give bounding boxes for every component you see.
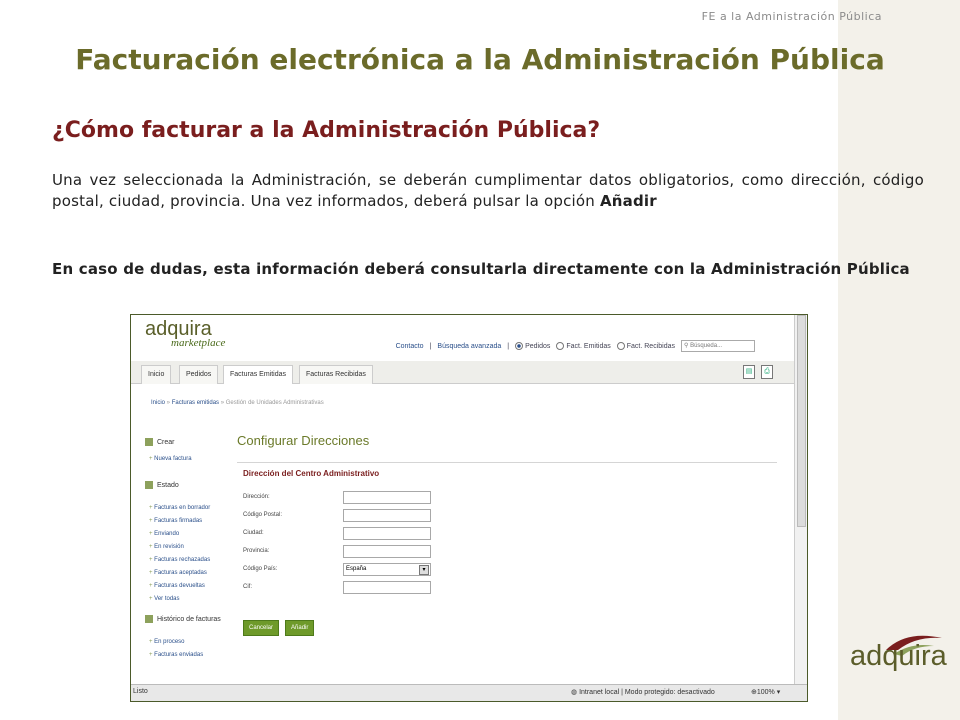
paragraph-1-text: Una vez seleccionada la Administración, … — [52, 171, 924, 210]
print-icon[interactable]: ⎙ — [761, 365, 773, 379]
radio-pedidos[interactable]: Pedidos — [515, 342, 550, 350]
codigo-postal-input[interactable] — [343, 508, 431, 522]
slide-subtitle: ¿Cómo facturar a la Administración Públi… — [52, 118, 601, 143]
radio-label: Pedidos — [525, 342, 551, 350]
browser-statusbar: Listo ◍ Intranet local | Modo protegido:… — [131, 684, 807, 701]
sidebar-group-crear[interactable]: Crear — [145, 437, 225, 449]
field-label: Código País: — [243, 566, 278, 572]
scrollbar-thumb[interactable] — [797, 315, 806, 527]
tab-facturas-emitidas[interactable]: Facturas Emitidas — [223, 365, 294, 384]
form-row: Código Postal: — [243, 506, 777, 524]
separator: | — [507, 342, 510, 350]
export-icon[interactable]: ▤ — [743, 365, 755, 379]
breadcrumb-inicio[interactable]: Inicio — [151, 400, 165, 406]
top-links: Contacto | Búsqueda avanzada | Pedidos F… — [396, 340, 755, 352]
slide-title: Facturación electrónica a la Administrac… — [75, 43, 885, 76]
form-row: Ciudad: — [243, 524, 777, 542]
sidebar-item[interactable]: Ver todas — [145, 593, 225, 606]
sidebar-group-label: Crear — [157, 439, 175, 446]
sidebar-item[interactable]: Facturas devueltas — [145, 580, 225, 593]
tab-pedidos[interactable]: Pedidos — [179, 365, 219, 384]
sidebar-group-estado[interactable]: Estado — [145, 480, 225, 492]
sidebar-item[interactable]: Facturas rechazadas — [145, 554, 225, 567]
tab-inicio[interactable]: Inicio — [141, 365, 172, 384]
radio-fact-emitidas[interactable]: Fact. Emitidas — [556, 342, 611, 350]
address-form: Dirección del Centro Administrativo Dire… — [237, 462, 777, 636]
app-topbar: adquira marketplace Contacto | Búsqueda … — [131, 315, 795, 352]
sidebar-item[interactable]: Facturas aceptadas — [145, 567, 225, 580]
radio-icon[interactable] — [616, 342, 625, 350]
form-buttons: Cancelar Añadir — [243, 620, 777, 636]
ciudad-input[interactable] — [343, 526, 431, 540]
sidebar-item[interactable]: Facturas enviadas — [145, 649, 225, 662]
sidebar-item[interactable]: Facturas firmadas — [145, 515, 225, 528]
radio-label: Fact. Emitidas — [566, 342, 611, 350]
tab-tools: ▤ ⎙ — [743, 365, 773, 379]
breadcrumb-emitidas[interactable]: Facturas emitidas — [172, 400, 219, 406]
sidebar-item[interactable]: Enviando — [145, 528, 225, 541]
search-icon: ⚲ — [684, 343, 689, 349]
form-row: Provincia: — [243, 542, 777, 560]
sidebar-item[interactable]: En revisión — [145, 541, 225, 554]
field-label: Provincia: — [243, 548, 270, 554]
pais-select-value: España — [346, 565, 367, 572]
sidebar-group-historico[interactable]: Histórico de facturas — [145, 614, 225, 626]
sidebar-group-label: Estado — [157, 482, 179, 489]
content-title: Configurar Direcciones — [237, 433, 370, 448]
contact-link[interactable]: Contacto — [396, 343, 424, 350]
expand-icon — [145, 438, 153, 447]
status-zone: ◍ Intranet local | Modo protegido: desac… — [571, 688, 715, 696]
field-label: Ciudad: — [243, 530, 264, 536]
zoom-value: 100% — [756, 689, 775, 696]
radio-icon[interactable] — [515, 342, 524, 350]
radio-label: Fact. Recibidas — [626, 342, 675, 350]
sidebar-item-nueva-factura[interactable]: Nueva factura — [145, 453, 225, 466]
form-section-title: Dirección del Centro Administrativo — [243, 469, 380, 478]
sidebar-group-label: Histórico de facturas — [157, 616, 221, 623]
app-logo-sub: marketplace — [171, 337, 226, 349]
decorative-side-band — [838, 0, 960, 720]
expand-icon — [145, 615, 153, 624]
status-text: Listo — [133, 688, 148, 695]
sidebar-item[interactable]: En proceso — [145, 636, 225, 649]
radio-icon[interactable] — [556, 342, 565, 350]
cancel-button[interactable]: Cancelar — [243, 620, 280, 636]
separator: | — [429, 342, 432, 350]
slide-header: FE a la Administración Pública — [701, 10, 882, 23]
pais-select[interactable]: España ▾ — [343, 562, 431, 576]
status-zone-label: Intranet local | Modo protegido: desacti… — [579, 689, 715, 696]
provincia-input[interactable] — [343, 544, 431, 558]
field-label: Código Postal: — [243, 512, 283, 518]
chevron-down-icon[interactable]: ▾ — [419, 564, 429, 575]
expand-icon — [145, 481, 153, 490]
app-content: Configurar Direcciones Dirección del Cen… — [237, 433, 777, 636]
radio-fact-recibidas[interactable]: Fact. Recibidas — [616, 342, 675, 350]
field-label: Cif: — [243, 584, 252, 590]
tab-facturas-recibidas[interactable]: Facturas Recibidas — [299, 365, 373, 384]
tab-bar: Inicio Pedidos Facturas Emitidas Factura… — [131, 361, 795, 384]
paragraph-2: En caso de dudas, esta información deber… — [52, 260, 910, 278]
search-placeholder: Búsqueda... — [690, 343, 723, 349]
vertical-scrollbar[interactable] — [794, 315, 807, 685]
sidebar-item[interactable]: Facturas en borrador — [145, 502, 225, 515]
advanced-search-link[interactable]: Búsqueda avanzada — [437, 343, 501, 350]
breadcrumb: Inicio » Facturas emitidas » Gestión de … — [151, 400, 324, 406]
direccion-input[interactable] — [343, 490, 431, 504]
add-button[interactable]: Añadir — [285, 620, 315, 636]
globe-icon: ◍ — [571, 689, 578, 696]
field-label: Dirección: — [243, 494, 270, 500]
form-row: Dirección: — [243, 488, 777, 506]
embedded-screenshot: adquira marketplace Contacto | Búsqueda … — [130, 314, 808, 702]
form-row: Cif: — [243, 578, 777, 596]
breadcrumb-current: Gestión de Unidades Administrativas — [225, 400, 324, 406]
paragraph-1: Una vez seleccionada la Administración, … — [52, 170, 924, 212]
brand-logo-text: adquira — [850, 640, 947, 672]
cif-input[interactable] — [343, 580, 431, 594]
paragraph-1-bold: Añadir — [599, 192, 657, 210]
zoom-control[interactable]: ⊕100% ▾ — [751, 688, 780, 696]
form-row: Código País: España ▾ — [243, 560, 777, 578]
search-input[interactable]: ⚲ Búsqueda... — [681, 340, 755, 352]
app-sidebar: Crear Nueva factura Estado Facturas en b… — [145, 437, 225, 662]
